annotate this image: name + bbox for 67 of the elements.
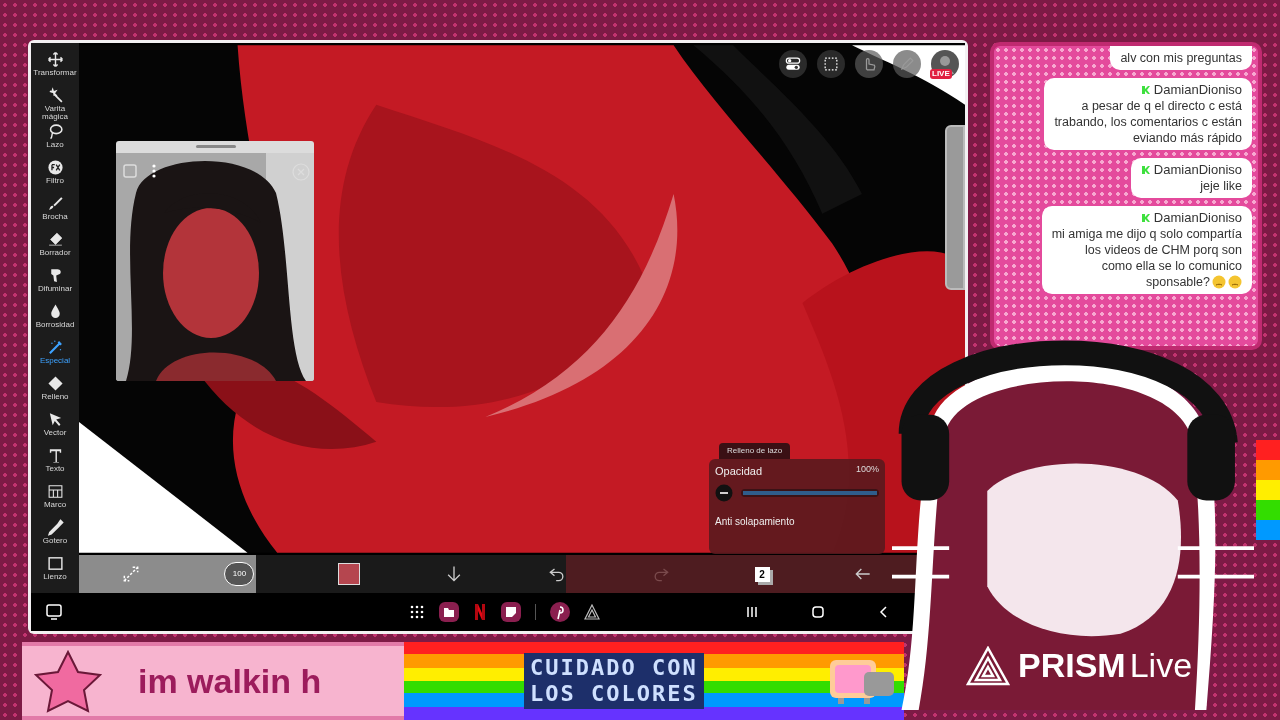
logo-text: PRISM [1018, 645, 1126, 686]
streaming-app-icon[interactable] [472, 603, 487, 621]
chat-username: DamianDioniso [1153, 162, 1242, 178]
brush-size-button[interactable]: 100 [224, 562, 255, 586]
platform-icon [1140, 85, 1151, 95]
warning-text: CUIDADO CON [530, 655, 698, 681]
chat-text: mi amiga me dijo q solo compartía [1051, 226, 1242, 242]
live-badge: LIVE [930, 69, 952, 79]
thinking-face-icon [1228, 275, 1242, 289]
opacity-value: 100% [855, 463, 879, 476]
chat-text: eviando más rápido [1132, 130, 1242, 146]
thinking-face-icon [1212, 275, 1226, 289]
more-icon[interactable] [150, 163, 158, 179]
chat-text: jeje like [1200, 178, 1242, 194]
tool-button[interactable]: Relleno [31, 375, 79, 410]
drag-handle[interactable] [196, 145, 236, 148]
folder-app-icon[interactable] [438, 602, 459, 622]
tool-button[interactable]: Brocha [31, 195, 79, 230]
tool-icon [46, 483, 64, 500]
tool-icon [46, 555, 64, 572]
tool-icon [46, 51, 64, 68]
ticker-text: im walkin h [138, 660, 322, 702]
anti-aliasing-label: Anti solapamiento [715, 514, 796, 529]
tool-button[interactable]: Especial [31, 339, 79, 374]
tool-icon [46, 195, 64, 212]
platform-icon [1140, 213, 1151, 223]
panel-tab[interactable]: Relleno de lazo [719, 443, 791, 459]
opacity-label: Opacidad [715, 464, 763, 479]
tool-button[interactable]: Varita mágica [31, 87, 79, 122]
logo-suffix: Live [1129, 645, 1193, 686]
chat-username: DamianDioniso [1153, 210, 1242, 226]
tool-button[interactable]: Lazo [31, 123, 79, 158]
tool-button[interactable]: Lienzo [31, 555, 79, 590]
chat-text: sponsable? [1146, 274, 1210, 290]
tool-icon [46, 519, 64, 536]
tool-icon [46, 339, 64, 356]
prism-logo-icon [966, 645, 1010, 686]
tool-icon [46, 159, 64, 176]
notes-app-icon[interactable] [500, 602, 521, 622]
home-icon[interactable] [811, 605, 825, 619]
tool-button[interactable]: Marco [31, 483, 79, 518]
tool-button[interactable]: Texto [31, 447, 79, 482]
tool-button[interactable]: Vector [31, 411, 79, 446]
recent-apps-icon[interactable] [745, 605, 759, 619]
screen-icon[interactable] [45, 603, 63, 621]
layers-button[interactable]: 2 [754, 566, 770, 582]
color-swatch[interactable] [338, 563, 361, 585]
tool-button[interactable]: Filtro [31, 159, 79, 194]
app-grid-icon[interactable] [408, 604, 425, 620]
warning-text: LOS COLORES [530, 681, 698, 707]
chat-username: DamianDioniso [1153, 82, 1242, 98]
tool-icon [46, 231, 64, 248]
tool-button[interactable]: Borrosidad [31, 303, 79, 338]
chat-text: como ella se lo comunico [1101, 258, 1242, 274]
chat-text: a pesar de q el directo c está [1081, 98, 1242, 114]
tool-icon [46, 375, 64, 392]
tool-button[interactable]: Borrador [31, 231, 79, 266]
chat-text: los videos de CHM porq son [1084, 242, 1242, 258]
tool-button[interactable]: Difuminar [31, 267, 79, 302]
minus-icon[interactable] [715, 483, 733, 502]
triangle-icon[interactable] [583, 604, 600, 620]
tool-button[interactable]: Gotero [31, 519, 79, 554]
tool-button[interactable]: Transformar [31, 51, 79, 86]
chat-text: trabando, los comentarios c están [1054, 114, 1242, 130]
platform-icon [1140, 165, 1151, 175]
chat-text: alv con mis preguntas [1120, 50, 1242, 66]
pin-app-icon[interactable] [549, 602, 570, 622]
